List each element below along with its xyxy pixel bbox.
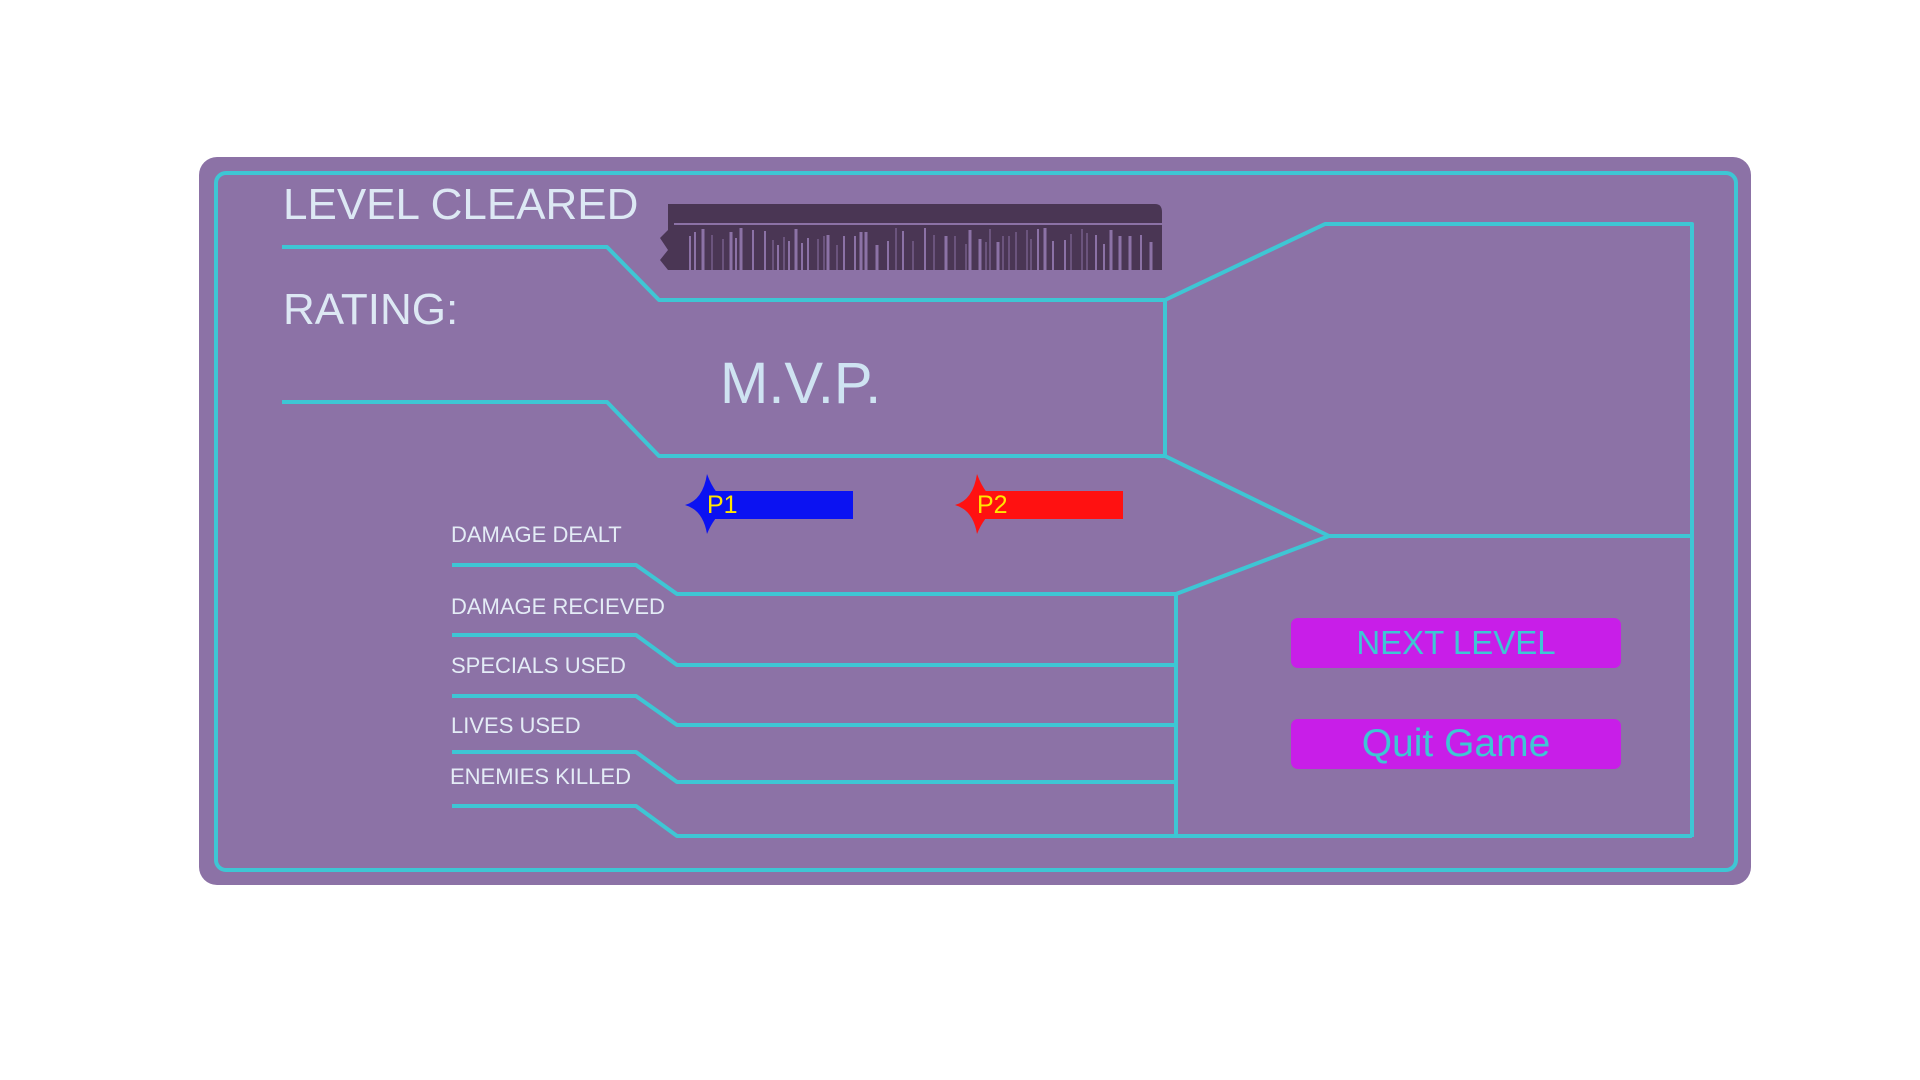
stat-label-lives-used: LIVES USED (451, 713, 581, 738)
barcode-graphic (660, 204, 1162, 270)
player-1-label: P1 (707, 491, 738, 519)
stat-label-specials-used: SPECIALS USED (451, 653, 626, 678)
stat-label-damage-dealt: DAMAGE DEALT (451, 522, 622, 547)
player-2-indicator: P2 (955, 474, 1123, 534)
stat-label-enemies-killed: ENEMIES KILLED (450, 764, 631, 789)
rating-label: RATING: (283, 285, 459, 334)
rating-value: M.V.P. (720, 351, 882, 416)
page-title: LEVEL CLEARED (283, 180, 639, 229)
player-2-label: P2 (977, 491, 1008, 519)
player-1-indicator: P1 (685, 474, 853, 534)
quit-game-button[interactable]: Quit Game (1291, 719, 1621, 769)
next-level-button[interactable]: NEXT LEVEL (1291, 618, 1621, 668)
stat-label-damage-recieved: DAMAGE RECIEVED (451, 594, 665, 619)
